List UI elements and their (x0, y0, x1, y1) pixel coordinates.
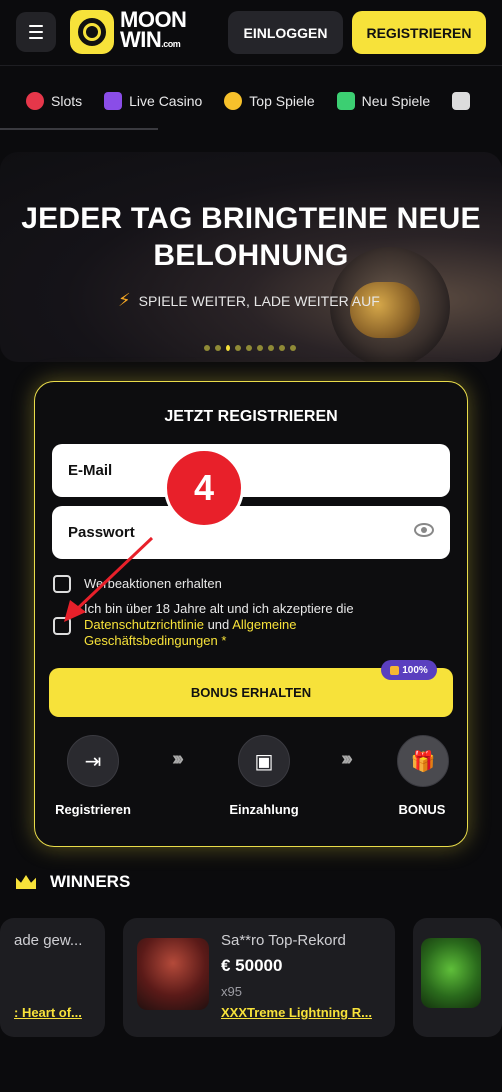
step-number-badge: 4 (164, 448, 244, 528)
annotation-arrow (64, 536, 154, 622)
